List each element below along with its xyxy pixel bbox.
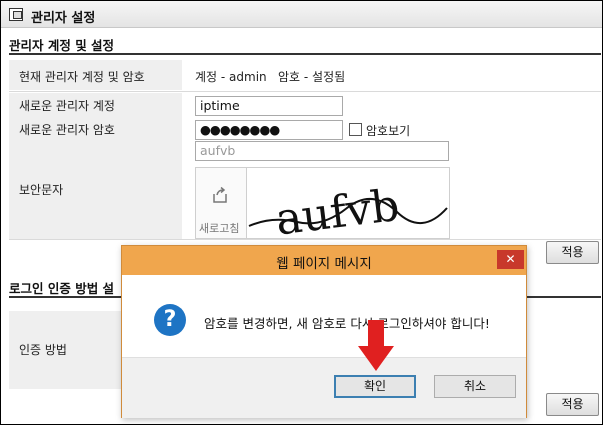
current-password-status: 암호 - 설정됨 xyxy=(278,70,346,84)
show-password-label: 암호보기 xyxy=(366,124,411,138)
apply-account-button[interactable]: 적용 xyxy=(546,241,599,264)
row-label-new-account: 새로운 관리자 계정 xyxy=(9,93,182,117)
captcha-refresh-button[interactable]: 새로고침 xyxy=(196,168,247,238)
captcha-image-text: aufvb xyxy=(273,180,402,238)
dialog-ok-button[interactable]: 확인 xyxy=(334,375,416,398)
captcha-box: 새로고침 aufvb xyxy=(195,167,450,239)
captcha-label: 보안문자 xyxy=(19,183,64,197)
auth-method-label: 인증 방법 xyxy=(19,343,67,357)
dialog-cancel-button[interactable]: 취소 xyxy=(434,375,516,398)
dialog-title: 웹 페이지 메시지 xyxy=(276,256,372,272)
red-arrow-icon xyxy=(358,320,394,371)
refresh-icon xyxy=(213,186,227,203)
row-divider xyxy=(9,91,601,92)
dialog-message: 암호를 변경하면, 새 암호로 다시 로그인하셔야 합니다! xyxy=(204,316,490,331)
row-label-new-password: 새로운 관리자 암호 xyxy=(9,117,182,141)
dialog-body: ? 암호를 변경하면, 새 암호로 다시 로그인하셔야 합니다! xyxy=(122,275,526,357)
new-account-label: 새로운 관리자 계정 xyxy=(19,99,115,113)
new-password-label: 새로운 관리자 암호 xyxy=(19,123,115,137)
dialog-close-button[interactable]: ✕ xyxy=(497,250,524,269)
captcha-image: aufvb xyxy=(248,180,448,238)
current-account-label: 현재 관리자 계정 및 암호 xyxy=(19,70,145,84)
dialog-title-bar[interactable]: 웹 페이지 메시지 ✕ xyxy=(122,246,526,275)
row-divider xyxy=(9,239,601,240)
web-page-message-dialog: 웹 페이지 메시지 ✕ ? 암호를 변경하면, 새 암호로 다시 로그인하셔야 … xyxy=(121,245,527,418)
panel-title: 관리자 설정 xyxy=(31,11,96,26)
new-password-input[interactable]: ●●●●●●●● xyxy=(195,120,343,140)
section-divider xyxy=(9,53,601,55)
section-title-account: 관리자 계정 및 설정 xyxy=(9,38,115,53)
apply-login-button[interactable]: 적용 xyxy=(546,393,599,416)
show-password-checkbox[interactable] xyxy=(349,123,362,136)
new-account-input[interactable]: iptime xyxy=(195,96,343,116)
window-icon xyxy=(9,8,23,21)
row-label-current: 현재 관리자 계정 및 암호 xyxy=(9,60,182,90)
row-label-captcha: 보안문자 xyxy=(9,141,182,239)
question-icon: ? xyxy=(154,304,186,336)
panel-title-bar: 관리자 설정 xyxy=(1,1,602,28)
current-account-value: 계정 - admin xyxy=(195,70,267,84)
dialog-footer: 확인 취소 xyxy=(122,357,526,418)
captcha-refresh-label: 새로고침 xyxy=(199,222,240,235)
section-title-login: 로그인 인증 방법 설 xyxy=(9,281,115,296)
captcha-input[interactable]: aufvb xyxy=(195,141,449,161)
